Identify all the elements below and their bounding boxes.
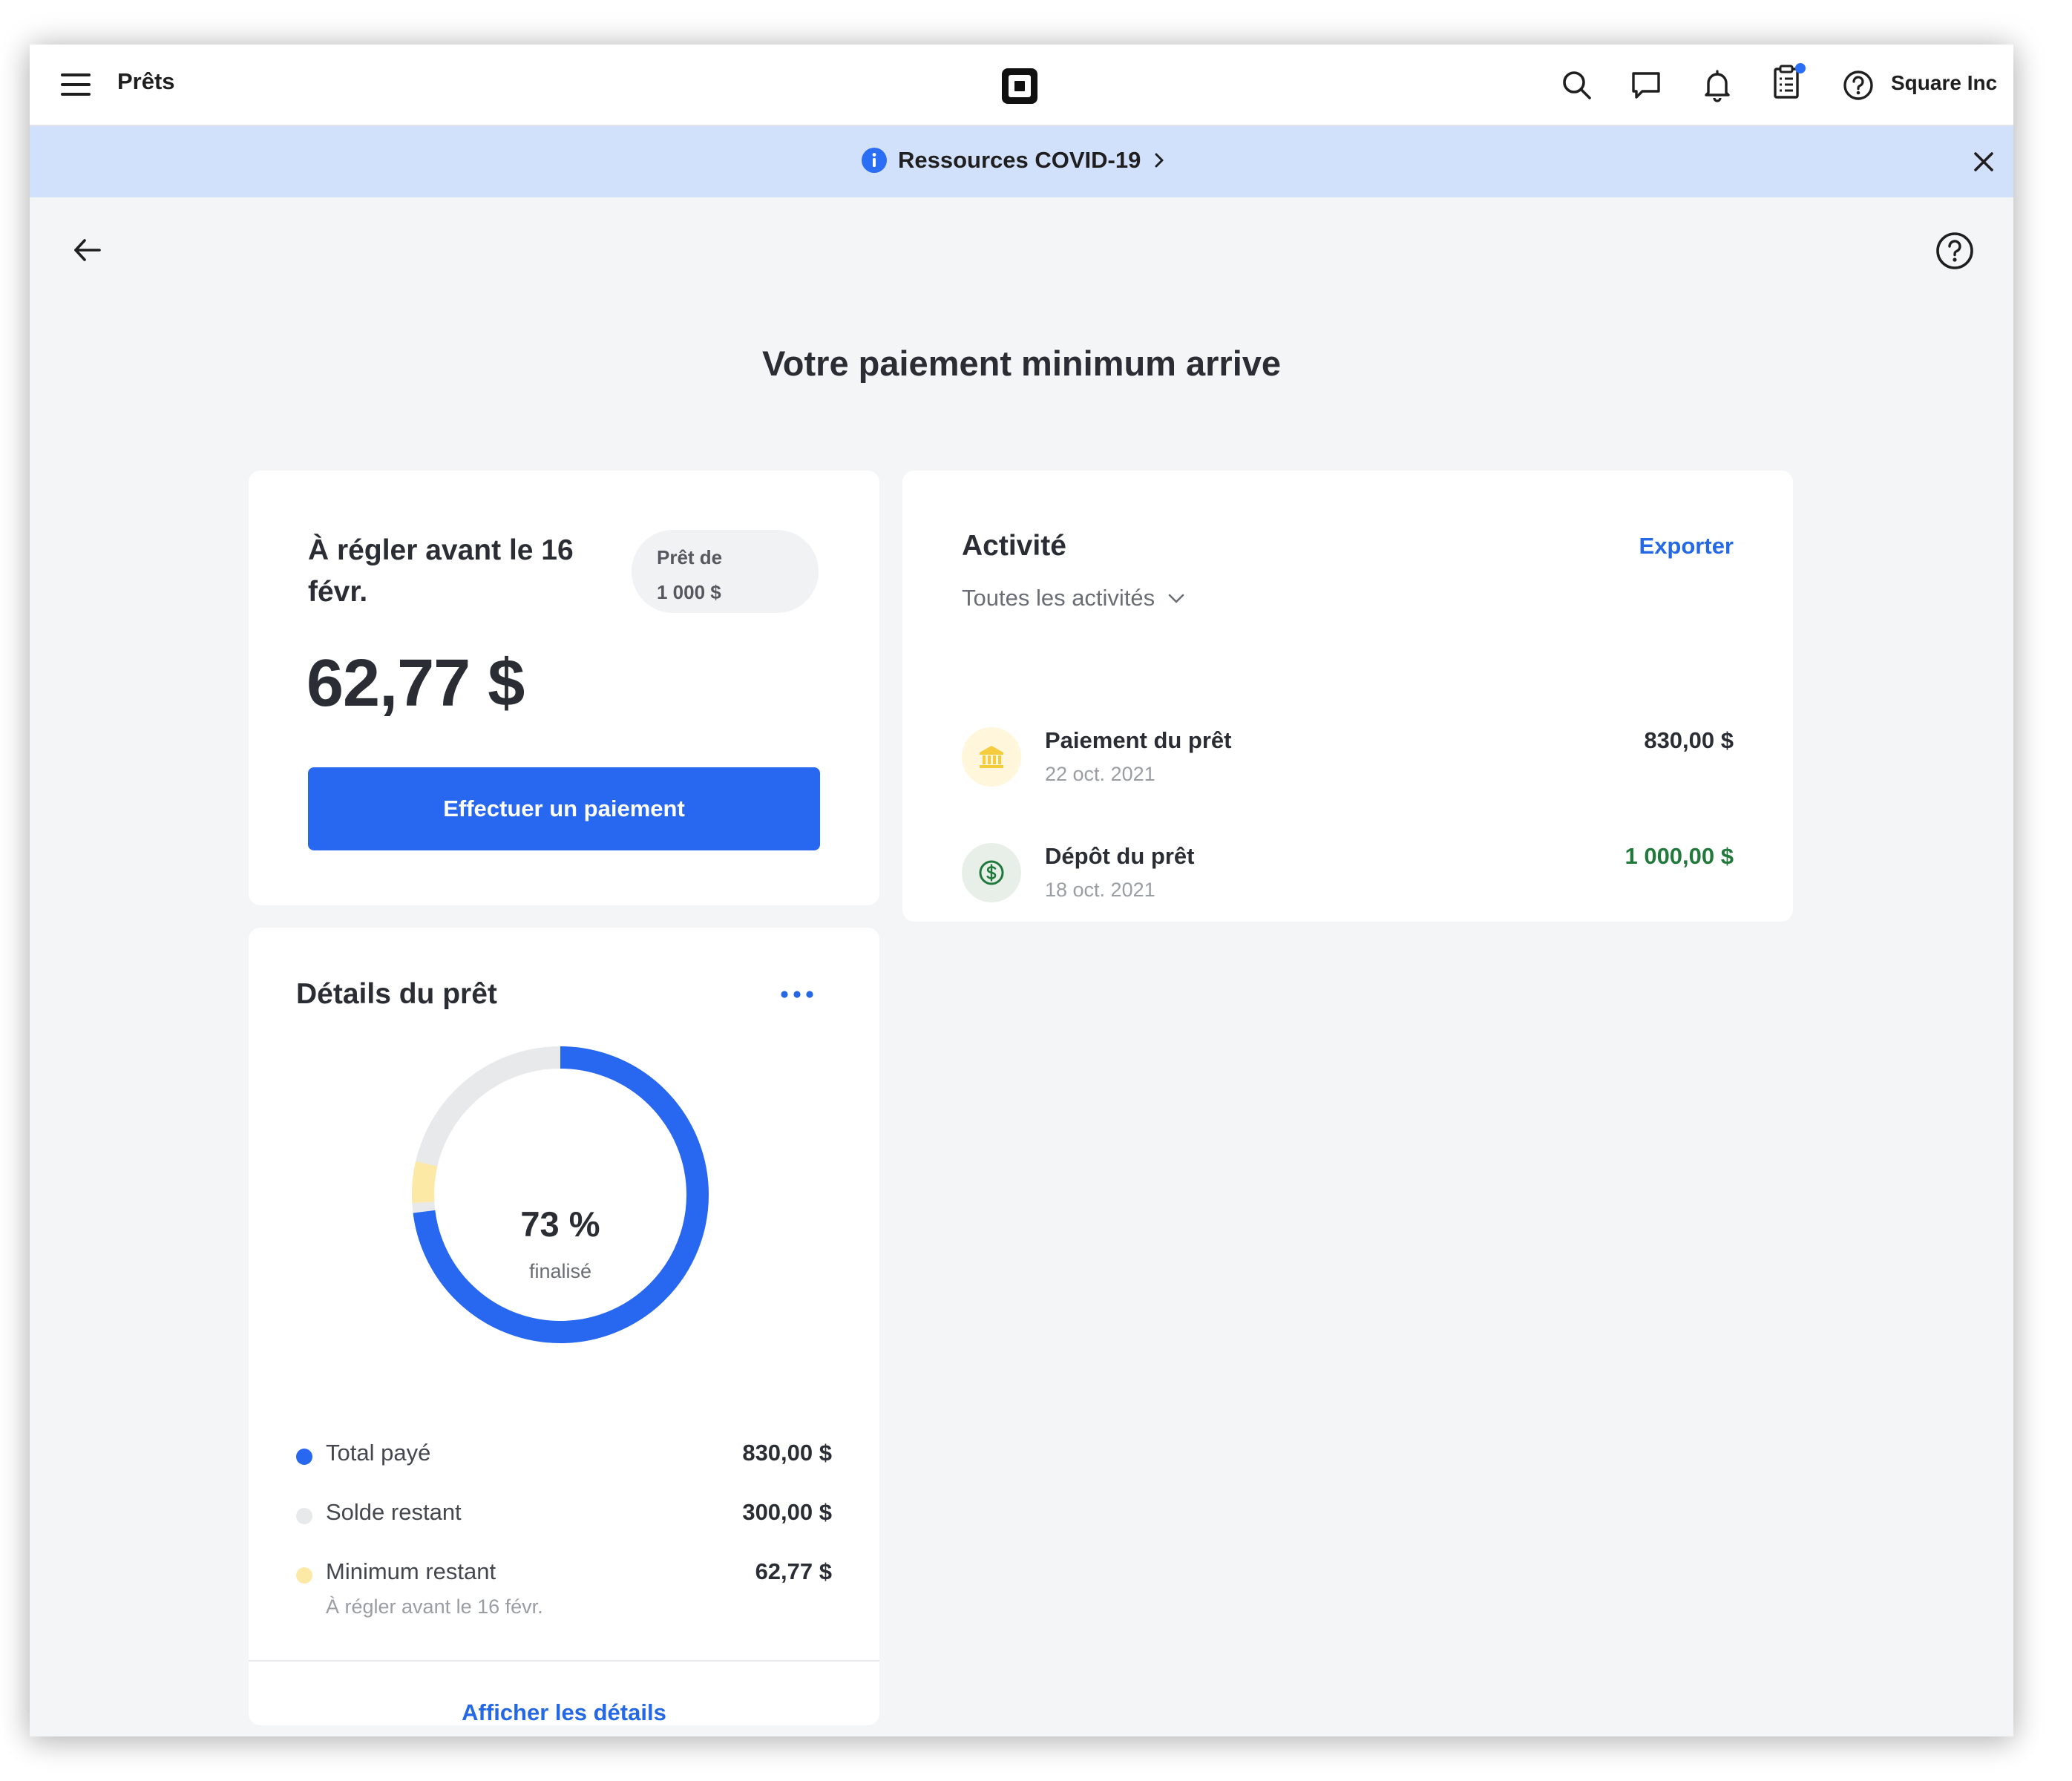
activity-date: 22 oct. 2021	[1045, 763, 1155, 785]
dollar-icon	[962, 843, 1021, 902]
chevron-right-icon	[1155, 153, 1164, 168]
make-payment-button[interactable]: Effectuer un paiement	[308, 767, 820, 850]
activity-filter-label: Toutes les activités	[962, 585, 1155, 611]
activity-amount: 830,00 $	[1644, 727, 1734, 753]
completion-label: finalisé	[528, 1260, 592, 1282]
legend-amount: 300,00 $	[742, 1499, 832, 1525]
legend-dot-minimum	[296, 1567, 312, 1584]
loan-details-title: Détails du prêt	[296, 978, 497, 1010]
info-icon	[862, 148, 887, 173]
covid-resources-link[interactable]: Ressources COVID-19	[861, 147, 1167, 174]
square-logo-icon[interactable]	[1000, 67, 1039, 105]
org-name[interactable]: Square Inc	[1891, 71, 1997, 95]
page-title: Votre paiement minimum arrive	[761, 344, 1282, 383]
export-link[interactable]: Exporter	[1639, 533, 1734, 560]
view-details-link[interactable]: Afficher les détails	[249, 1699, 879, 1726]
legend-amount: 62,77 $	[755, 1558, 832, 1584]
notifications-icon[interactable]	[1700, 68, 1734, 102]
payment-due-card: À régler avant le 16 févr. Prêt de 1 000…	[249, 470, 879, 905]
loan-badge-value: 1 000 $	[657, 581, 721, 603]
activity-card: Activité Exporter Toutes les activités P…	[902, 470, 1793, 922]
legend-label: Total payé	[326, 1440, 431, 1466]
app-title: Prêts	[117, 68, 175, 94]
legend-amount: 830,00 $	[742, 1440, 832, 1466]
notification-dot	[1795, 63, 1806, 73]
legend-item-minimum-remaining: Minimum restant 62,77 $	[296, 1558, 832, 1595]
app-window: Prêts Square Inc Ressources COVID-19 Vot…	[30, 45, 2013, 1736]
banner-text: Ressources COVID-19	[898, 147, 1141, 173]
top-bar: Prêts Square Inc	[30, 45, 2013, 126]
loan-details-card: Détails du prêt 73 % finalisé Total payé…	[249, 928, 879, 1725]
bank-icon	[962, 727, 1021, 787]
activity-name: Paiement du prêt	[1045, 727, 1232, 753]
legend-dot-remaining	[296, 1508, 312, 1524]
chevron-down-icon	[1168, 594, 1184, 603]
help-icon[interactable]	[1934, 230, 1976, 272]
minimum-due-date: À régler avant le 16 févr.	[326, 1595, 543, 1618]
loan-badge-label: Prêt de	[657, 546, 723, 568]
activity-filter-dropdown[interactable]: Toutes les activités	[962, 585, 1186, 611]
menu-icon[interactable]	[61, 72, 91, 97]
completion-percent: 73 %	[520, 1204, 600, 1244]
divider	[249, 1660, 879, 1662]
legend-item-remaining-balance: Solde restant 300,00 $	[296, 1499, 832, 1536]
legend-label: Solde restant	[326, 1499, 462, 1525]
orders-icon[interactable]	[1771, 62, 1808, 102]
due-date-title: À régler avant le 16 févr.	[308, 534, 574, 608]
legend-label: Minimum restant	[326, 1558, 496, 1584]
minimum-payment-amount: 62,77 $	[306, 646, 525, 721]
close-icon[interactable]	[1973, 151, 1995, 173]
activity-item[interactable]: Dépôt du prêt 18 oct. 2021 1 000,00 $	[962, 843, 1734, 910]
legend-item-total-paid: Total payé 830,00 $	[296, 1440, 832, 1477]
completion-donut-chart	[412, 1046, 709, 1343]
activity-title: Activité	[962, 530, 1066, 562]
more-options-icon[interactable]	[780, 990, 814, 999]
activity-name: Dépôt du prêt	[1045, 843, 1195, 869]
help-icon[interactable]	[1841, 68, 1875, 102]
activity-item[interactable]: Paiement du prêt 22 oct. 2021 830,00 $	[962, 727, 1734, 794]
back-arrow-icon[interactable]	[70, 233, 104, 267]
covid-banner: Ressources COVID-19	[30, 126, 2013, 197]
search-icon[interactable]	[1560, 68, 1594, 102]
messages-icon[interactable]	[1629, 68, 1663, 102]
legend-dot-paid	[296, 1449, 312, 1465]
activity-date: 18 oct. 2021	[1045, 879, 1155, 901]
loan-amount-badge: Prêt de 1 000 $	[632, 530, 819, 613]
activity-amount: 1 000,00 $	[1625, 843, 1734, 869]
